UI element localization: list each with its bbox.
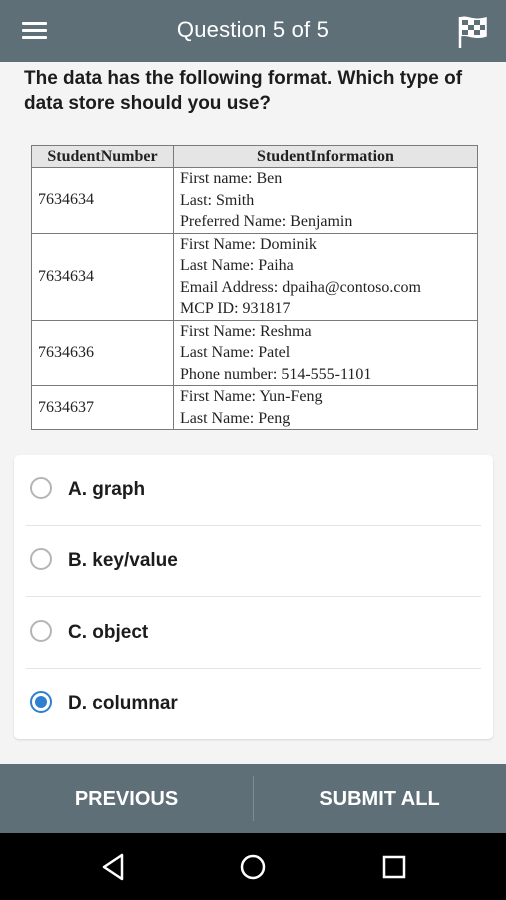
option-label: A. graph [68,479,146,500]
info-line: First Name: Yun-Feng [180,388,323,405]
info-line: Phone number: 514-555-1101 [180,365,372,383]
option-label: C. object [68,622,149,643]
bottom-action-bar: PREVIOUS SUBMIT ALL [0,764,506,833]
previous-button[interactable]: PREVIOUS [0,764,253,833]
option-c[interactable]: C. object [14,598,493,669]
info-line: MCP ID: 931817 [180,300,291,317]
top-app-bar: Question 5 of 5 [0,0,506,62]
system-navigation-bar [0,833,506,900]
circle-home-icon [240,854,266,880]
info-line: First Name: Reshma [180,322,312,340]
answer-options-card: A. graph B. key/value C. object D. colum… [14,455,493,739]
option-label: B. key/value [68,550,178,571]
info-line: First name: Ben [180,170,283,187]
student-number-cell: 7634637 [31,385,174,430]
student-info-cell: First Name: Reshma Last Name: Patel Phon… [173,319,478,386]
table-row: 7634634 First name: Ben Last: Smith Pref… [31,167,478,234]
submit-all-button[interactable]: SUBMIT ALL [253,764,506,833]
student-info-cell: First Name: Dominik Last Name: Paiha Ema… [173,232,478,321]
radio-unchecked-icon[interactable] [30,477,52,499]
recents-button[interactable] [376,849,412,885]
radio-checked-icon[interactable] [30,691,52,713]
divider [26,596,481,597]
radio-unchecked-icon[interactable] [30,620,52,642]
option-a[interactable]: A. graph [14,455,493,526]
question-content: The data has the following format. Which… [0,62,506,764]
table-row: 7634637 First Name: Yun-Feng Last Name: … [31,385,478,430]
student-number-cell: 7634636 [31,319,174,386]
table-header-row: StudentNumber StudentInformation [31,145,478,168]
column-header: StudentNumber [31,145,174,168]
student-info-cell: First name: Ben Last: Smith Preferred Na… [173,167,478,234]
square-recents-icon [382,855,406,879]
question-text: The data has the following format. Which… [24,68,463,114]
table-row: 7634634 First Name: Dominik Last Name: P… [31,232,478,321]
radio-unchecked-icon[interactable] [30,548,52,570]
data-format-table: StudentNumber StudentInformation 7634634… [31,145,478,430]
info-line: Email Address: dpaiha@contoso.com [180,278,421,296]
column-header: StudentInformation [173,145,478,168]
quiz-screen: Question 5 of 5 The data has the followi… [0,0,506,900]
student-info-cell: First Name: Yun-Feng Last Name: Peng [173,385,478,430]
checkered-flag-icon [458,16,487,48]
option-d[interactable]: D. columnar [14,669,493,740]
info-line: Last Name: Paiha [180,257,294,274]
info-line: Last Name: Peng [180,409,291,427]
back-button[interactable] [96,849,132,885]
info-line: Last: Smith [180,191,255,209]
student-number-cell: 7634634 [31,232,174,321]
option-b[interactable]: B. key/value [14,526,493,597]
home-button[interactable] [235,849,271,885]
finish-flag-button[interactable] [455,14,491,50]
info-line: First Name: Dominik [180,235,317,253]
info-line: Preferred Name: Benjamin [180,213,353,230]
table-row: 7634636 First Name: Reshma Last Name: Pa… [31,319,478,386]
student-number-cell: 7634634 [31,167,174,234]
option-label: D. columnar [68,693,178,714]
triangle-back-icon [102,853,124,881]
info-line: Last Name: Patel [180,344,291,361]
page-title: Question 5 of 5 [176,17,330,42]
